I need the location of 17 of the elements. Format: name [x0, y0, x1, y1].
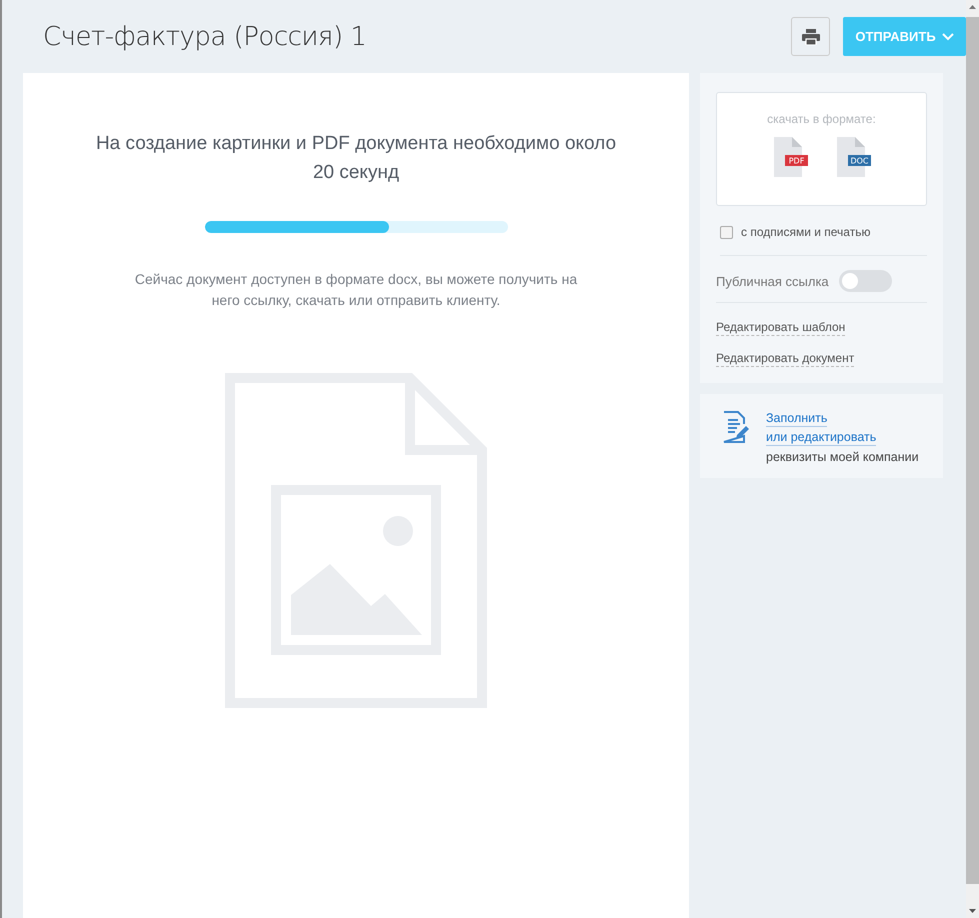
public-link-toggle[interactable]: [838, 270, 892, 292]
download-label: скачать в формате:: [767, 112, 876, 126]
info-text: Сейчас документ доступен в формате docx, вы можете получить на него ссылку, скачать или отправить клиенту.: [134, 270, 578, 310]
checkbox-label: с подписями и печатью: [741, 225, 870, 239]
company-details-text: реквизиты моей компании: [766, 449, 919, 466]
status-message: На создание картинки и PDF документа необходимо около 20 секунд: [94, 132, 618, 185]
edit-link[interactable]: Редактировать шаблон: [716, 319, 846, 336]
edit-link[interactable]: или редактировать: [766, 429, 876, 446]
page-title: Счет-фактура (Россия) 1: [43, 22, 366, 52]
fill-link[interactable]: Заполнить: [766, 410, 828, 427]
public-link-label: Публичная ссылка: [716, 274, 829, 288]
printer-icon: [802, 28, 820, 44]
edit-link[interactable]: Редактировать документ: [716, 350, 854, 367]
document-edit-icon: [722, 410, 750, 444]
chevron-down-icon: [942, 32, 954, 40]
checkbox[interactable]: [720, 226, 733, 238]
print-button[interactable]: [791, 17, 830, 56]
